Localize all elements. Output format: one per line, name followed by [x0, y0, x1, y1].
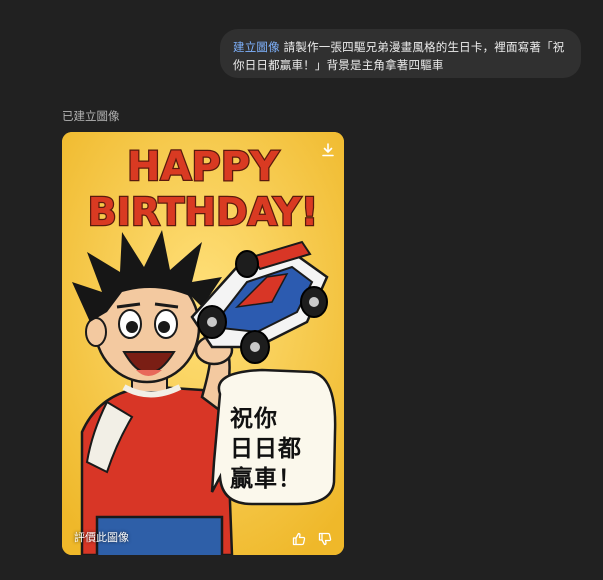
- image-created-label: 已建立圖像: [62, 109, 120, 123]
- user-message-text: 請製作一張四驅兄弟漫畫風格的生日卡，裡面寫著「祝你日日都贏車！」背景是主角拿著四…: [233, 40, 565, 72]
- chat-page: 建立圖像 請製作一張四驅兄弟漫畫風格的生日卡，裡面寫著「祝你日日都贏車！」背景是…: [0, 0, 603, 580]
- headline-happy: HAPPY: [127, 144, 280, 190]
- left-pupil: [126, 321, 138, 333]
- headline-birthday: BIRTHDAY!: [88, 190, 319, 234]
- download-button[interactable]: [318, 140, 338, 160]
- thumbs-down-button[interactable]: [316, 530, 334, 548]
- user-message-bubble: 建立圖像 請製作一張四驅兄弟漫畫風格的生日卡，裡面寫著「祝你日日都贏車！」背景是…: [220, 29, 581, 78]
- boy-ear: [85, 317, 107, 347]
- thumbs-up-button[interactable]: [290, 530, 308, 548]
- speech-bubble-text: 祝你 日日都 贏車！: [230, 404, 330, 494]
- generated-image-card[interactable]: HAPPY BIRTHDAY! 祝你 日日都 贏車！ 評價此圖像: [62, 132, 344, 555]
- right-pupil: [158, 321, 170, 333]
- download-icon: [322, 143, 334, 157]
- speech-line-2: 日日都: [230, 436, 302, 462]
- create-image-tag[interactable]: 建立圖像: [233, 40, 280, 54]
- thumbs-down-icon: [318, 532, 332, 546]
- speech-line-3: 贏車！: [230, 466, 302, 492]
- speech-line-1: 祝你: [230, 406, 278, 432]
- rate-image-label: 評價此圖像: [74, 531, 129, 544]
- thumbs-up-icon: [292, 532, 306, 546]
